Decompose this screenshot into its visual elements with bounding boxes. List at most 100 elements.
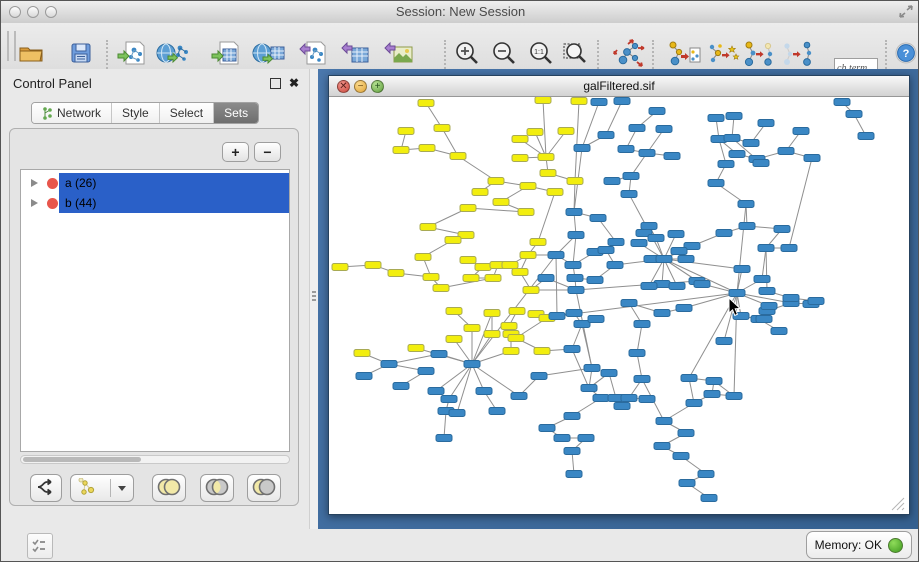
select-neighbors-button[interactable] xyxy=(706,38,740,68)
graph-edge[interactable] xyxy=(637,324,642,353)
import-network-file-button[interactable] xyxy=(115,38,149,68)
graph-node-yellow[interactable] xyxy=(509,308,525,315)
graph-edge[interactable] xyxy=(457,364,472,413)
float-panel-icon[interactable] xyxy=(270,78,281,89)
network-canvas[interactable] xyxy=(329,97,907,513)
graph-node-blue[interactable] xyxy=(648,235,664,242)
graph-node-yellow[interactable] xyxy=(501,323,517,330)
graph-node-blue[interactable] xyxy=(587,277,603,284)
graph-node-blue[interactable] xyxy=(761,303,777,310)
graph-node-blue[interactable] xyxy=(578,435,594,442)
graph-node-blue[interactable] xyxy=(639,150,655,157)
graph-node-blue[interactable] xyxy=(588,316,604,323)
graph-node-blue[interactable] xyxy=(564,413,580,420)
graph-node-blue[interactable] xyxy=(539,425,555,432)
graph-node-yellow[interactable] xyxy=(445,237,461,244)
fullscreen-icon[interactable] xyxy=(898,5,914,19)
copy-style-button[interactable] xyxy=(742,38,776,68)
remove-set-button[interactable]: − xyxy=(254,142,281,162)
export-network-button[interactable] xyxy=(296,38,330,68)
tab-network[interactable]: Network xyxy=(32,103,112,123)
create-set-from-network-button[interactable] xyxy=(70,474,134,502)
graph-node-blue[interactable] xyxy=(783,295,799,302)
open-session-button[interactable] xyxy=(14,38,48,68)
graph-node-blue[interactable] xyxy=(629,350,645,357)
graph-node-yellow[interactable] xyxy=(388,270,404,277)
graph-edge[interactable] xyxy=(449,364,472,399)
graph-node-yellow[interactable] xyxy=(408,345,424,352)
graph-node-blue[interactable] xyxy=(641,283,657,290)
graph-node-blue[interactable] xyxy=(574,321,590,328)
graph-node-yellow[interactable] xyxy=(523,287,539,294)
graph-node-blue[interactable] xyxy=(716,338,732,345)
graph-node-blue[interactable] xyxy=(701,495,717,502)
graph-edge[interactable] xyxy=(762,248,766,279)
graph-node-blue[interactable] xyxy=(771,328,787,335)
zoom-fit-button[interactable] xyxy=(558,38,592,68)
graph-node-blue[interactable] xyxy=(634,321,650,328)
graph-node-blue[interactable] xyxy=(428,388,444,395)
graph-node-yellow[interactable] xyxy=(420,224,436,231)
graph-edge[interactable] xyxy=(582,102,599,148)
graph-node-yellow[interactable] xyxy=(446,336,462,343)
graph-node-blue[interactable] xyxy=(738,201,754,208)
graph-edge[interactable] xyxy=(606,101,622,135)
graph-node-blue[interactable] xyxy=(431,351,447,358)
graph-node-blue[interactable] xyxy=(598,132,614,139)
resize-grip-icon[interactable] xyxy=(888,494,906,512)
graph-node-yellow[interactable] xyxy=(484,331,500,338)
graph-node-blue[interactable] xyxy=(548,252,564,259)
graph-edge[interactable] xyxy=(737,204,746,293)
graph-node-blue[interactable] xyxy=(381,361,397,368)
graph-node-yellow[interactable] xyxy=(460,205,476,212)
graph-node-blue[interactable] xyxy=(581,385,597,392)
graph-node-yellow[interactable] xyxy=(365,262,381,269)
graph-node-yellow[interactable] xyxy=(520,183,536,190)
graph-node-blue[interactable] xyxy=(743,140,759,147)
graph-node-blue[interactable] xyxy=(618,146,634,153)
graph-node-blue[interactable] xyxy=(356,373,372,380)
graph-node-yellow[interactable] xyxy=(423,274,439,281)
graph-node-yellow[interactable] xyxy=(393,147,409,154)
graph-node-blue[interactable] xyxy=(511,393,527,400)
graph-node-blue[interactable] xyxy=(565,262,581,269)
graph-node-blue[interactable] xyxy=(664,153,680,160)
graph-node-blue[interactable] xyxy=(656,418,672,425)
group-selection-button[interactable] xyxy=(667,38,701,68)
zoom-actual-button[interactable]: 1:1 xyxy=(524,38,558,68)
graph-node-blue[interactable] xyxy=(614,403,630,410)
graph-node-blue[interactable] xyxy=(567,275,583,282)
zoom-out-button[interactable] xyxy=(487,38,521,68)
graph-edge[interactable] xyxy=(582,324,592,368)
graph-node-blue[interactable] xyxy=(564,346,580,353)
graph-node-yellow[interactable] xyxy=(567,178,583,185)
graph-node-blue[interactable] xyxy=(669,283,685,290)
graph-node-blue[interactable] xyxy=(708,180,724,187)
graph-node-blue[interactable] xyxy=(436,435,452,442)
export-image-button[interactable] xyxy=(382,38,416,68)
graph-node-blue[interactable] xyxy=(607,262,623,269)
graph-node-yellow[interactable] xyxy=(419,145,435,152)
graph-node-blue[interactable] xyxy=(621,395,637,402)
graph-node-yellow[interactable] xyxy=(398,128,414,135)
graph-node-blue[interactable] xyxy=(678,256,694,263)
graph-node-blue[interactable] xyxy=(729,151,745,158)
horizontal-scrollbar[interactable] xyxy=(20,455,290,464)
graph-node-yellow[interactable] xyxy=(512,136,528,143)
graph-edge[interactable] xyxy=(575,101,579,181)
graph-node-yellow[interactable] xyxy=(530,239,546,246)
graph-node-blue[interactable] xyxy=(704,391,720,398)
graph-edge[interactable] xyxy=(444,411,446,438)
graph-node-blue[interactable] xyxy=(564,448,580,455)
graph-node-yellow[interactable] xyxy=(534,348,550,355)
graph-node-blue[interactable] xyxy=(476,388,492,395)
graph-node-blue[interactable] xyxy=(631,240,647,247)
graph-node-blue[interactable] xyxy=(566,209,582,216)
tab-select[interactable]: Select xyxy=(160,103,214,123)
graph-node-blue[interactable] xyxy=(584,365,600,372)
graph-node-blue[interactable] xyxy=(781,245,797,252)
tab-style[interactable]: Style xyxy=(112,103,160,123)
graph-node-blue[interactable] xyxy=(574,145,590,152)
graph-node-blue[interactable] xyxy=(614,98,630,105)
graph-node-yellow[interactable] xyxy=(518,209,534,216)
